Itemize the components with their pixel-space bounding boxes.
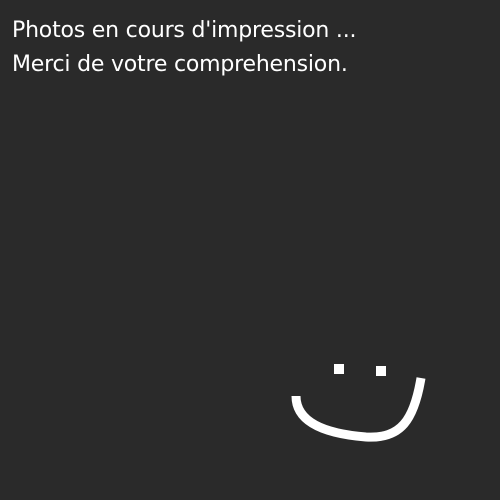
smiley-right-eye <box>376 366 386 376</box>
thank-you-text: Merci de votre comprehension. <box>12 52 348 77</box>
smiley-left-eye <box>334 364 344 374</box>
printing-screen: Photos en cours d'impression ... Merci d… <box>0 0 500 500</box>
printing-status-text: Photos en cours d'impression ... <box>12 18 357 43</box>
smiley-face-icon <box>291 364 426 442</box>
smiley-mouth <box>291 377 426 442</box>
printing-message: Photos en cours d'impression ... Merci d… <box>12 14 488 82</box>
